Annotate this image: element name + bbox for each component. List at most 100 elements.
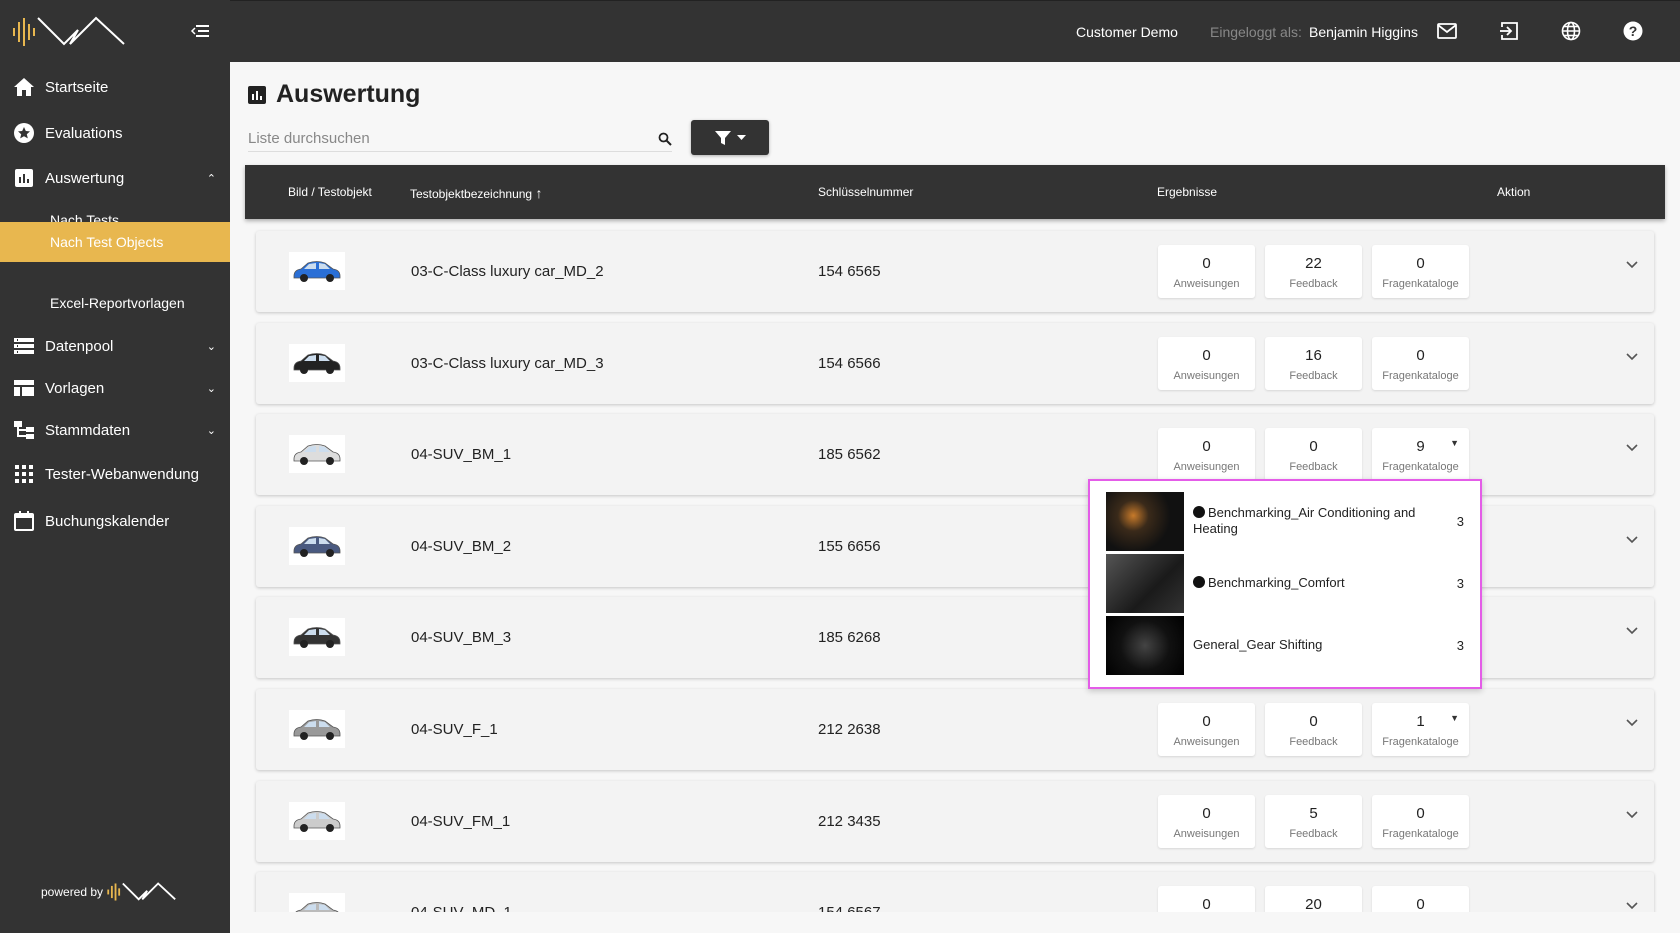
powered-by: powered by <box>41 882 177 902</box>
caret-down-icon <box>736 135 746 140</box>
result-anweisungen[interactable]: 0Anweisungen <box>1158 336 1255 390</box>
search-icon[interactable] <box>658 132 672 146</box>
result-feedback[interactable]: 5 Feedback <box>1265 794 1362 848</box>
test-object-image <box>289 252 345 290</box>
header-results: Ergebnisse <box>1157 185 1218 199</box>
sidebar-item-tester-webanwendung[interactable]: Tester-Webanwendung <box>0 454 230 494</box>
result-feedback[interactable]: 16 Feedback <box>1265 336 1362 390</box>
result-anweisungen[interactable]: 0Anweisungen <box>1158 886 1255 912</box>
table-row[interactable]: 04-SUV_MD_1 154 6567 0Anweisungen 20Feedbac… <box>256 872 1654 912</box>
result-fragenkataloge[interactable]: 0Fragenkataloge <box>1372 245 1469 298</box>
caret-down-icon[interactable]: ▼ <box>1450 713 1459 723</box>
result-fragenkataloge[interactable]: 9 Fragenkataloge ▼ <box>1372 428 1469 482</box>
result-value: 5 <box>1309 804 1318 822</box>
car-image <box>293 535 341 557</box>
table-row[interactable]: 03-C-Class luxury car_MD_3 154 6566 0 Anwei… <box>256 322 1654 404</box>
result-anweisungen[interactable]: 0Anweisungen <box>1158 703 1255 756</box>
result-label: Fragenkataloge <box>1382 736 1459 748</box>
key-number: 154 6565 <box>818 263 881 280</box>
result-label: Fragenkataloge <box>1382 369 1459 382</box>
chevron-down-icon[interactable] <box>1626 536 1638 544</box>
result-value: 0 <box>1202 438 1211 456</box>
chevron-down-icon[interactable] <box>1626 261 1638 269</box>
result-value: 22 <box>1305 255 1322 272</box>
sidebar-item-buchungskalender[interactable]: Buchungskalender <box>0 501 230 541</box>
result-feedback[interactable]: 22 Feedback <box>1265 245 1362 298</box>
questionnaire-item[interactable]: Benchmarking_Air Conditioning and Heatin… <box>1106 490 1464 552</box>
caret-down-icon[interactable]: ▼ <box>1450 438 1459 448</box>
result-fragenkataloge[interactable]: 0Fragenkataloge <box>1372 336 1469 390</box>
chevron-down-icon[interactable]: ⌄ <box>207 382 216 395</box>
chevron-down-icon[interactable]: ⌄ <box>207 424 216 437</box>
home-icon <box>13 76 35 98</box>
questionnaire-item[interactable]: Benchmarking_Comfort 3 <box>1106 552 1464 614</box>
test-object-image <box>289 801 345 840</box>
header-name[interactable]: Testobjektbezeichnung ↑ <box>410 185 542 201</box>
result-anweisungen[interactable]: 0Anweisungen <box>1158 794 1255 848</box>
test-object-name: 04-SUV_BM_3 <box>411 629 512 647</box>
chevron-down-icon[interactable] <box>1626 444 1638 452</box>
chevron-down-icon[interactable]: ⌄ <box>207 340 216 353</box>
result-fragenkataloge[interactable]: 0Fragenkataloge <box>1372 886 1469 912</box>
test-object-name: 04-SUV_BM_2 <box>411 537 512 555</box>
table-row[interactable]: 03-C-Class luxury car_MD_2 154 6565 0 Anwei… <box>256 231 1654 312</box>
result-fragenkataloge[interactable]: 1 Fragenkataloge ▼ <box>1372 703 1469 756</box>
sidebar-item-datenpool[interactable]: Datenpool ⌄ <box>0 326 230 366</box>
sidebar-item-excel-reportvorlagen[interactable]: Excel-Reportvorlagen <box>0 283 230 323</box>
sidebar-item-vorlagen[interactable]: Vorlagen ⌄ <box>0 368 230 408</box>
search-input[interactable] <box>248 130 658 147</box>
logo <box>13 16 125 46</box>
table-row[interactable]: 04-SUV_F_1 212 2638 0 Anweisungen 0 Feedback 1… <box>256 689 1654 770</box>
questionnaire-label: Benchmarking_Comfort <box>1208 575 1345 590</box>
main-content: Auswertung Bild / Testobjekt Testobjektb… <box>230 62 1680 912</box>
result-anweisungen[interactable]: 0Anweisungen <box>1158 245 1255 298</box>
page-title: Auswertung <box>248 80 420 109</box>
car-image <box>293 627 341 649</box>
result-fragenkataloge[interactable]: 0Fragenkataloge <box>1372 794 1469 848</box>
test-object-image <box>289 893 345 912</box>
sidebar-item-auswertung[interactable]: Auswertung ⌃ <box>0 158 230 198</box>
questionnaire-thumbnail <box>1106 553 1184 613</box>
chevron-up-icon[interactable]: ⌃ <box>207 172 216 185</box>
globe-icon[interactable] <box>1561 21 1581 41</box>
chevron-down-icon[interactable] <box>1626 719 1638 727</box>
sidebar-item-startseite[interactable]: Startseite <box>0 67 230 107</box>
status-dot-icon <box>1193 506 1205 518</box>
sidebar-item-label: Excel-Reportvorlagen <box>50 295 185 311</box>
logout-icon[interactable] <box>1499 21 1519 41</box>
chart-icon <box>13 167 35 189</box>
test-object-image <box>289 526 345 565</box>
customer-name[interactable]: Customer Demo <box>1076 24 1178 40</box>
chevron-down-icon[interactable] <box>1626 902 1638 910</box>
result-feedback[interactable]: 20Feedback <box>1265 886 1362 912</box>
help-icon[interactable]: ? <box>1623 21 1643 41</box>
filter-button[interactable] <box>691 120 769 155</box>
table-row[interactable]: 04-SUV_FM_1 212 3435 0 Anweisungen 5 Feedback… <box>256 780 1654 862</box>
mail-icon[interactable] <box>1437 21 1457 41</box>
sidebar-item-nach-test-objects[interactable]: Nach Test Objects <box>0 222 230 262</box>
test-object-image <box>289 435 345 474</box>
sidebar-item-stammdaten[interactable]: Stammdaten ⌄ <box>0 410 230 450</box>
result-label: Feedback <box>1289 369 1338 382</box>
key-number: 155 6656 <box>818 537 881 555</box>
sidebar-item-label: Datenpool <box>45 337 114 355</box>
questionnaire-thumbnail <box>1106 615 1184 675</box>
result-label: Fragenkataloge <box>1382 278 1459 290</box>
result-anweisungen[interactable]: 0Anweisungen <box>1158 428 1255 482</box>
chevron-down-icon[interactable] <box>1626 353 1638 361</box>
header-key: Schlüsselnummer <box>818 185 914 199</box>
result-value: 0 <box>1202 346 1211 364</box>
topbar: Customer Demo Eingeloggt als: Benjamin H… <box>230 0 1680 62</box>
questionnaire-item[interactable]: General_Gear Shifting 3 <box>1106 614 1464 676</box>
sidebar-item-evaluations[interactable]: Evaluations <box>0 113 230 153</box>
collapse-menu-icon[interactable] <box>190 24 210 38</box>
chevron-down-icon[interactable] <box>1626 811 1638 819</box>
result-feedback[interactable]: 0 Feedback <box>1265 428 1362 482</box>
result-value: 0 <box>1416 804 1425 822</box>
chevron-down-icon[interactable] <box>1626 627 1638 635</box>
result-feedback[interactable]: 0 Feedback <box>1265 703 1362 756</box>
sidebar-item-label: Buchungskalender <box>45 512 170 530</box>
result-value: 0 <box>1416 896 1425 912</box>
key-number: 212 2638 <box>818 721 881 738</box>
user-name: Benjamin Higgins <box>1309 24 1418 40</box>
